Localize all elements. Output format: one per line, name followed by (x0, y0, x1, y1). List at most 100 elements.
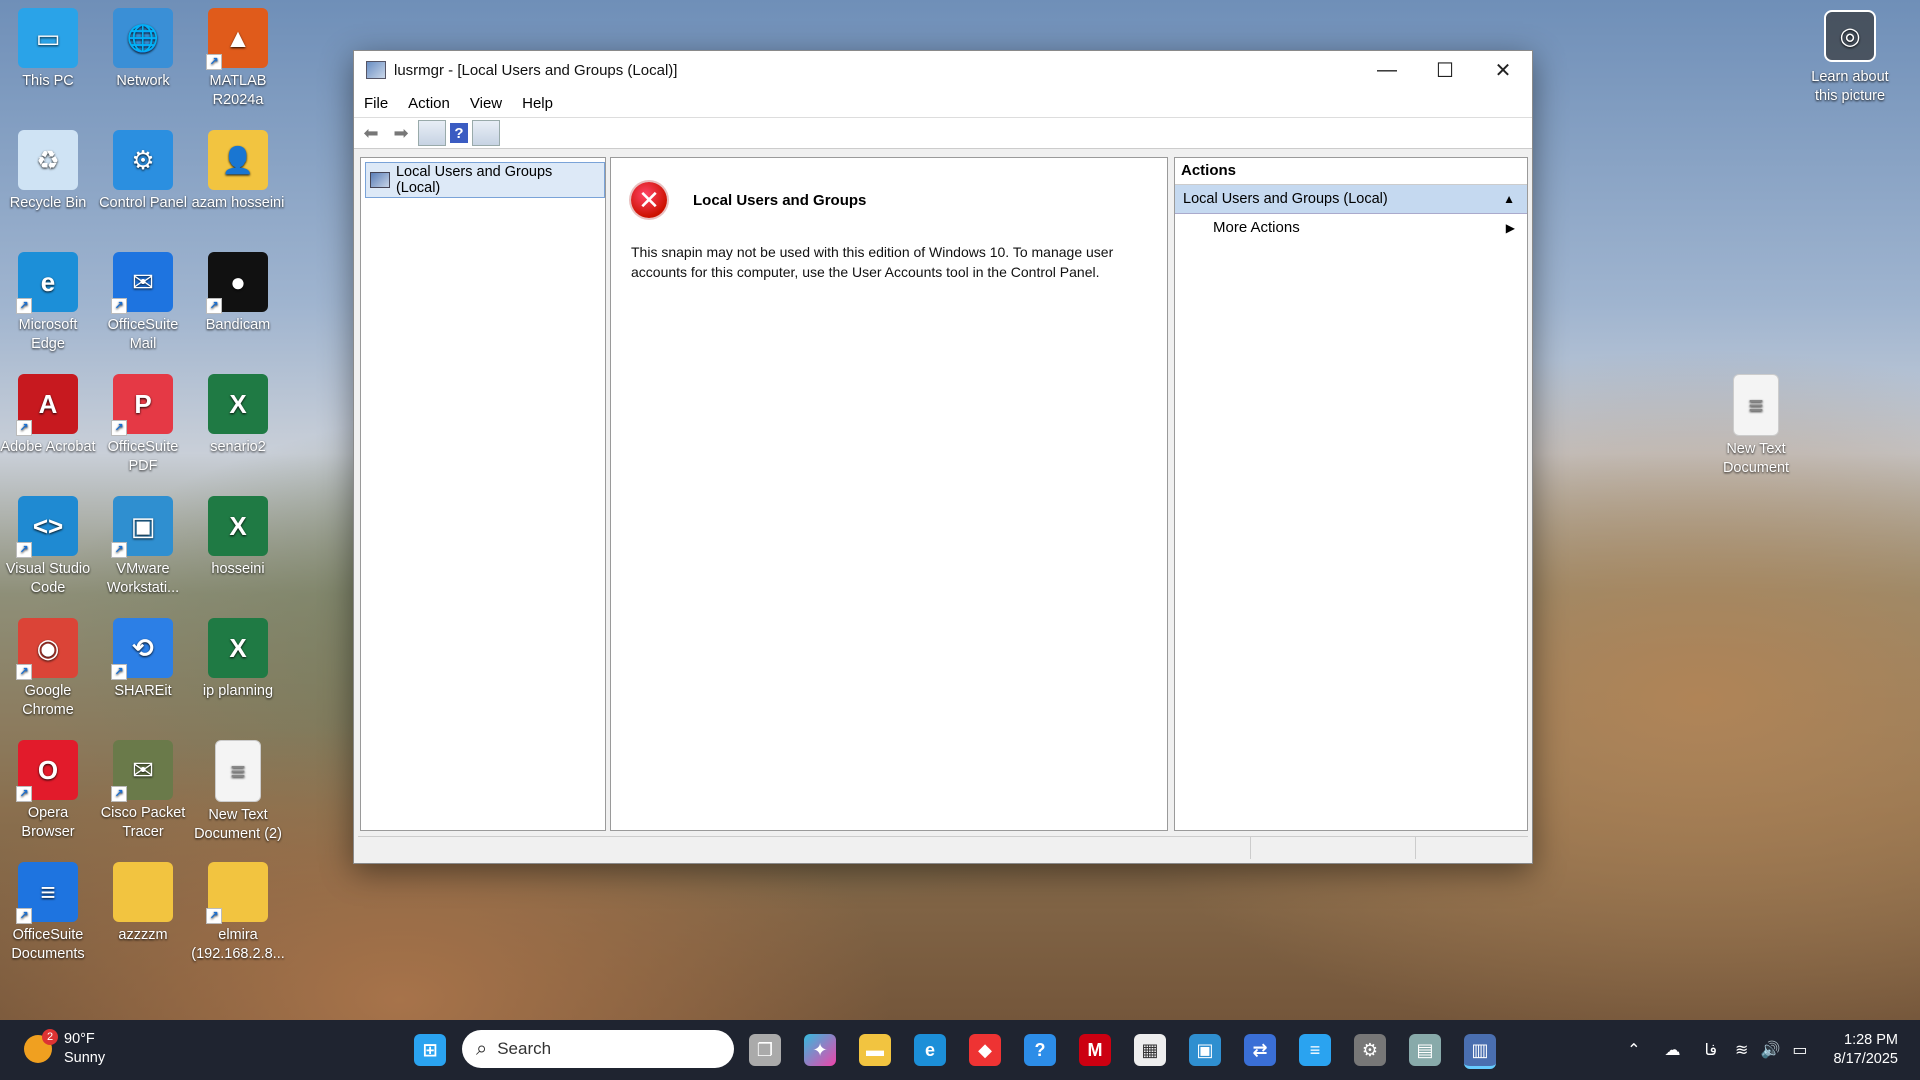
start-windows-icon[interactable]: ⊞ (414, 1034, 446, 1066)
learn-label: Learn about this picture (1811, 69, 1889, 104)
desktop-icon[interactable]: ✉ ↗ OfficeSuite Mail (95, 248, 191, 354)
network-app-icon[interactable]: ⇄ (1244, 1034, 1276, 1066)
desktop-icon-label: Cisco Packet Tracer (100, 805, 186, 840)
weather-badge: 2 (42, 1029, 58, 1045)
console-tree: Local Users and Groups (Local) (360, 157, 606, 831)
title-bar[interactable]: lusrmgr - [Local Users and Groups (Local… (354, 51, 1532, 89)
menu-action[interactable]: Action (398, 95, 460, 112)
edge-icon[interactable]: e (914, 1034, 946, 1066)
settings-gear-icon[interactable]: ⚙ (1354, 1034, 1386, 1066)
desktop-icon-label: SHAREit (114, 683, 172, 699)
desktop-icon[interactable]: ▣ ↗ VMware Workstati... (95, 492, 191, 598)
weather-widget[interactable]: 2 90°F Sunny (24, 1029, 106, 1068)
desktop-icon[interactable]: ♻ Recycle Bin (0, 126, 96, 213)
tree-item-label: Local Users and Groups (Local) (395, 164, 553, 196)
lusrmgr-app-icon (366, 61, 386, 79)
desktop-icon[interactable]: ◉ ↗ Google Chrome (0, 614, 96, 720)
task-view-icon[interactable]: ❐ (749, 1034, 781, 1066)
desktop-icon[interactable]: ≡ New Text Document (1708, 370, 1804, 478)
desktop-icon[interactable]: A ↗ Adobe Acrobat (0, 370, 96, 457)
back-arrow-icon[interactable]: ⬅ (358, 121, 384, 145)
clock[interactable]: 1:28 PM 8/17/2025 (1833, 1031, 1898, 1069)
desktop-icon[interactable]: 👤 azam hosseini (190, 126, 286, 213)
desktop-icon[interactable]: Xsenario2 (190, 370, 286, 457)
notepad-icon[interactable]: ≡ (1299, 1034, 1331, 1066)
shortcut-arrow-icon: ↗ (111, 786, 127, 802)
get-help-icon[interactable]: ? (1024, 1034, 1056, 1066)
desktop-app-icon: X (208, 618, 268, 678)
close-button[interactable]: ✕ (1474, 51, 1532, 89)
weather-condition: Sunny (64, 1050, 106, 1066)
collapse-up-icon[interactable]: ▲ (1503, 185, 1515, 213)
desktop-icon[interactable]: e ↗ Microsoft Edge (0, 248, 96, 354)
desktop-icon[interactable]: azzzzm (95, 858, 191, 945)
window-title: lusrmgr - [Local Users and Groups (Local… (394, 61, 678, 79)
desktop-icon[interactable]: ⟲ ↗ SHAREit (95, 614, 191, 701)
desktop-icon-label: azzzzm (118, 927, 168, 943)
maximize-button[interactable]: ☐ (1416, 51, 1474, 89)
onedrive-icon[interactable]: ☁ (1665, 1040, 1681, 1060)
desktop-icon[interactable]: 🌐 Network (95, 4, 191, 91)
sun-icon: 2 (24, 1029, 58, 1063)
show-hide-console-tree-icon[interactable] (418, 120, 446, 146)
desktop-app-icon: ▭ (18, 8, 78, 68)
file-explorer-icon[interactable]: ▬ (859, 1034, 891, 1066)
desktop-app-icon: <> ↗ (16, 496, 78, 558)
desktop-icon[interactable]: Xip planning (190, 614, 286, 701)
desktop-icon[interactable]: Xhosseini (190, 492, 286, 579)
desktop-icon-label: Visual Studio Code (5, 561, 91, 596)
desktop-icon[interactable]: P ↗ OfficeSuite PDF (95, 370, 191, 476)
desktop-icon[interactable]: <> ↗ Visual Studio Code (0, 492, 96, 598)
desktop-icon-label: hosseini (211, 561, 265, 577)
chevron-up-icon[interactable]: ⌃ (1627, 1040, 1640, 1060)
anydesk-icon[interactable]: ◆ (969, 1034, 1001, 1066)
desktop-icon-label: VMware Workstati... (106, 561, 180, 596)
remote-desktop-icon[interactable]: ▤ (1409, 1034, 1441, 1066)
lusrmgr-taskbar-icon[interactable]: ▥ (1464, 1034, 1496, 1069)
desktop-app-icon: ✉ ↗ (111, 740, 173, 802)
result-pane: ✕ Local Users and Groups This snapin may… (610, 157, 1168, 831)
mcafee-icon[interactable]: M (1079, 1034, 1111, 1066)
desktop-icon[interactable]: ≡ ↗ OfficeSuite Documents (0, 858, 96, 964)
vmware-icon[interactable]: ▣ (1189, 1034, 1221, 1066)
menu-help[interactable]: Help (512, 95, 563, 112)
volume-icon[interactable]: 🔊 (1760, 1040, 1780, 1060)
minimize-button[interactable]: — (1358, 51, 1416, 89)
desktop-icon[interactable]: ✉ ↗ Cisco Packet Tracer (95, 736, 191, 842)
toolbar: ⬅ ➡ ? (354, 118, 1532, 149)
battery-icon[interactable]: ▭ (1792, 1040, 1807, 1060)
learn-about-picture[interactable]: ◎ Learn about this picture (1800, 10, 1900, 106)
desktop-icon[interactable]: ↗ elmira (192.168.2.8... (190, 858, 286, 964)
store-icon[interactable]: ▦ (1134, 1034, 1166, 1066)
desktop-icon-label: senario2 (210, 439, 266, 455)
desktop-icon-label: OfficeSuite PDF (107, 439, 179, 474)
tree-item-local-users-groups[interactable]: Local Users and Groups (Local) (365, 162, 605, 198)
more-actions-item[interactable]: More Actions ▶ (1175, 214, 1527, 242)
menu-view[interactable]: View (460, 95, 512, 112)
menu-file[interactable]: File (354, 95, 398, 112)
actions-group-local-users[interactable]: Local Users and Groups (Local) ▲ (1175, 185, 1527, 214)
desktop-app-icon: 🌐 (113, 8, 173, 68)
chevron-right-icon: ▶ (1505, 221, 1515, 235)
error-title: Local Users and Groups (693, 192, 867, 209)
desktop-icon[interactable]: O ↗ Opera Browser (0, 736, 96, 842)
console-panes: Local Users and Groups (Local) ✕ Local U… (358, 157, 1528, 831)
show-hide-action-pane-icon[interactable] (472, 120, 500, 146)
desktop-icon[interactable]: ● ↗ Bandicam (190, 248, 286, 335)
taskbar-search[interactable]: ⌕ Search (462, 1030, 734, 1068)
copilot-icon[interactable]: ✦ (804, 1034, 836, 1066)
desktop-icon-label: OfficeSuite Documents (11, 927, 85, 962)
desktop-icon-label: azam hosseini (191, 195, 285, 211)
help-icon[interactable]: ? (450, 123, 468, 143)
desktop-icon[interactable]: ▲ ↗ MATLAB R2024a (190, 4, 286, 110)
wifi-icon[interactable]: ≋ (1735, 1040, 1748, 1060)
forward-arrow-icon[interactable]: ➡ (388, 121, 414, 145)
language-indicator[interactable]: فا (1705, 1040, 1718, 1060)
desktop-app-icon: ♻ (18, 130, 78, 190)
desktop-icon-label: This PC (22, 73, 74, 89)
desktop-icon[interactable]: ▭ This PC (0, 4, 96, 91)
desktop-icon[interactable]: ⚙ Control Panel (95, 126, 191, 213)
actions-pane: Actions Local Users and Groups (Local) ▲… (1174, 157, 1528, 831)
status-cell (1251, 837, 1416, 859)
desktop-icon[interactable]: ≡ New Text Document (2) (190, 736, 286, 844)
